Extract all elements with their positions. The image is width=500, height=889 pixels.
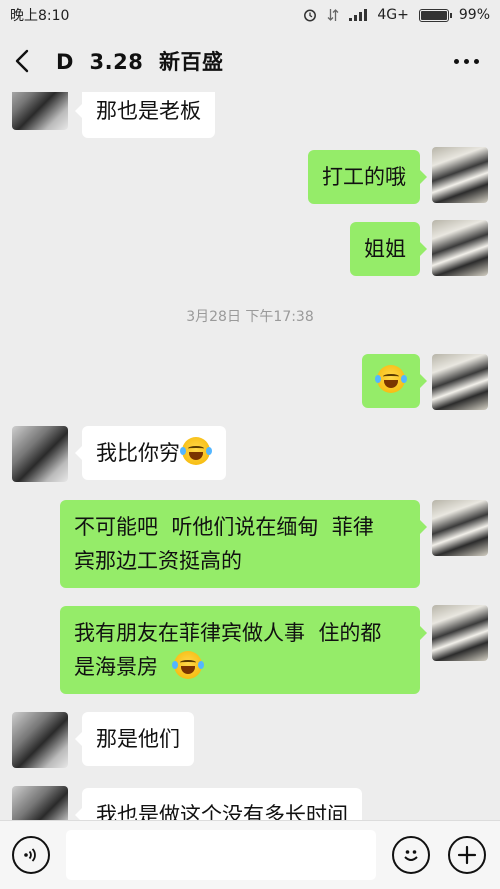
message-text-line: 不可能吧 听他们说在缅甸 菲律 <box>74 515 374 539</box>
alarm-icon <box>304 9 317 22</box>
more-button[interactable] <box>446 41 486 81</box>
message-text: 我也是做这个没有多长时间 <box>96 803 348 820</box>
emoji-button[interactable] <box>392 836 430 874</box>
message-text: 我比你穷 <box>96 441 180 465</box>
message-bubble[interactable]: 我比你穷 <box>75 426 226 480</box>
avatar[interactable] <box>12 712 68 768</box>
message-input[interactable] <box>66 830 376 880</box>
laughing-crying-emoji-icon <box>375 365 407 393</box>
chat-area[interactable]: 那也是老板 打工的哦 姐姐 3月28日 下午17:38 我比你穷 不可能吧 听他… <box>0 92 500 820</box>
message-bubble[interactable]: 那也是老板 <box>75 92 215 138</box>
crying-emoji-icon <box>180 437 212 465</box>
avatar[interactable] <box>432 500 488 556</box>
message-text: 打工的哦 <box>322 165 406 189</box>
message-bubble[interactable]: 不可能吧 听他们说在缅甸 菲律 宾那边工资挺高的 <box>60 500 427 588</box>
avatar[interactable] <box>12 786 68 820</box>
network-type: 4G+ <box>377 7 409 23</box>
battery-icon <box>418 8 452 22</box>
status-time: 晚上8:10 <box>10 8 70 24</box>
message-bubble[interactable] <box>362 354 427 408</box>
status-bar: 晚上8:10 4G+ 99% <box>0 0 500 30</box>
voice-button[interactable] <box>12 836 50 874</box>
more-icon <box>453 58 459 64</box>
laughing-crying-emoji-icon <box>172 651 204 679</box>
emoji-icon <box>404 850 418 861</box>
data-transfer-icon <box>327 9 339 21</box>
avatar[interactable] <box>432 354 488 410</box>
message-bubble[interactable]: 我有朋友在菲律宾做人事 住的都 是海景房 <box>60 606 427 694</box>
battery-percent: 99% <box>458 7 490 23</box>
avatar[interactable] <box>432 605 488 661</box>
message-bubble[interactable]: 我也是做这个没有多长时间 <box>75 788 362 820</box>
message-text-line: 宾那边工资挺高的 <box>74 549 242 573</box>
chat-header: D 3.28 新百盛 <box>0 30 500 92</box>
signal-icon <box>349 9 368 21</box>
voice-icon <box>24 848 36 862</box>
avatar[interactable] <box>432 220 488 276</box>
message-text: 那是他们 <box>96 727 180 751</box>
message-text-line: 我有朋友在菲律宾做人事 住的都 <box>74 621 382 645</box>
chat-title: D 3.28 新百盛 <box>56 50 224 74</box>
plus-button[interactable] <box>448 836 486 874</box>
message-text: 那也是老板 <box>96 99 201 123</box>
message-bubble[interactable]: 那是他们 <box>75 712 194 766</box>
avatar[interactable] <box>432 147 488 203</box>
avatar[interactable] <box>12 426 68 482</box>
back-arrow-icon <box>15 49 29 73</box>
message-bubble[interactable]: 姐姐 <box>350 222 427 276</box>
plus-icon <box>457 845 477 865</box>
message-timestamp: 3月28日 下午17:38 <box>186 309 314 325</box>
input-bar <box>0 820 500 889</box>
message-text-line: 是海景房 <box>74 655 158 679</box>
message-text: 姐姐 <box>364 237 406 261</box>
avatar[interactable] <box>12 92 68 130</box>
back-button[interactable] <box>14 41 42 81</box>
message-bubble[interactable]: 打工的哦 <box>308 150 427 204</box>
